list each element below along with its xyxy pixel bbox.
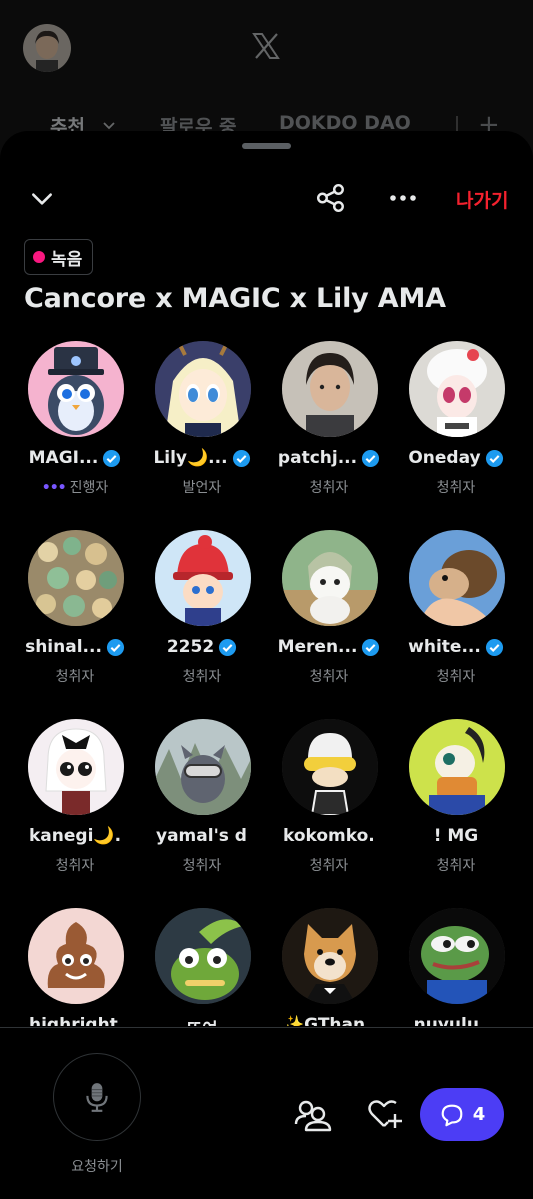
recording-label: 녹음 xyxy=(51,249,83,270)
avatar xyxy=(282,341,378,437)
verified-badge-icon xyxy=(485,638,503,656)
avatar xyxy=(282,719,378,815)
microphone-icon xyxy=(86,1083,108,1112)
participant-role: 청취자 xyxy=(55,669,95,685)
request-label: 요청하기 xyxy=(71,1159,123,1175)
react-button[interactable] xyxy=(364,1094,404,1134)
recording-dot-icon xyxy=(33,251,45,263)
participant[interactable]: MAGI... ••• 진행자 xyxy=(11,336,139,516)
participant-name: kanegi🌙... xyxy=(29,826,121,846)
avatar xyxy=(28,530,124,626)
leave-button[interactable]: 나가기 xyxy=(456,186,508,213)
participant-name: Oneday xyxy=(408,448,481,468)
participant[interactable]: 2252 청취자 xyxy=(138,525,266,705)
participant-role: 청취자 xyxy=(182,858,222,874)
avatar xyxy=(155,908,251,1004)
participant[interactable]: Meren... 청취자 xyxy=(265,525,393,705)
avatar xyxy=(282,530,378,626)
share-button[interactable] xyxy=(310,177,352,219)
participant-role: 청취자 xyxy=(55,858,95,874)
avatar xyxy=(282,908,378,1004)
verified-badge-icon xyxy=(103,449,121,467)
share-icon xyxy=(316,183,344,213)
verified-badge-icon xyxy=(219,638,237,656)
participant-role: 청취자 xyxy=(309,669,349,685)
participant-name: white... xyxy=(408,637,481,657)
participant-name: MAGI... xyxy=(28,448,99,468)
participant[interactable]: yamal's d... 청취자 xyxy=(138,714,266,894)
verified-badge-icon xyxy=(106,638,124,656)
participants-grid: MAGI... ••• 진행자 Lily🌙... 발언자 patchj... 청… xyxy=(0,336,533,1026)
participant-name: yamal's d... xyxy=(156,826,248,846)
comments-button[interactable]: 4 xyxy=(420,1088,504,1141)
people-icon xyxy=(294,1100,332,1132)
participant[interactable]: kokomko... 청취자 xyxy=(265,714,393,894)
avatar xyxy=(409,719,505,815)
participant-name: kokomko... xyxy=(283,826,375,846)
heart-plus-icon xyxy=(368,1100,402,1128)
spaces-screen: 추천 팔로우 중 DOKDO DAO + 나가기 녹음 Cancore x MA… xyxy=(0,0,533,1199)
participant[interactable]: ! MG 청취자 xyxy=(392,714,520,894)
collapse-button[interactable] xyxy=(22,179,62,219)
participant-role: 발언자 xyxy=(182,480,222,496)
participant-name: 2252 xyxy=(166,637,215,657)
participant[interactable]: highright... xyxy=(11,903,139,1026)
space-controls: 요청하기 4 xyxy=(0,1027,533,1199)
avatar xyxy=(28,908,124,1004)
avatar xyxy=(28,341,124,437)
participant-role: 청취자 xyxy=(436,669,476,685)
verified-badge-icon xyxy=(362,638,380,656)
more-options-button[interactable] xyxy=(382,177,424,219)
participant-name: 또여 xyxy=(186,1015,217,1026)
sheet-grabber[interactable] xyxy=(242,143,291,149)
participant[interactable]: ✨GThan... xyxy=(265,903,393,1026)
participant-name: Meren... xyxy=(277,637,358,657)
participant-role: 청취자 xyxy=(182,669,222,685)
participant-name: highright... xyxy=(29,1015,121,1026)
participant-name: nuyulu... xyxy=(413,1015,499,1026)
participant[interactable]: patchj... 청취자 xyxy=(265,336,393,516)
space-title: Cancore x MAGIC x Lily AMA xyxy=(24,283,446,314)
x-logo-icon xyxy=(250,30,282,62)
participant[interactable]: Oneday 청취자 xyxy=(392,336,520,516)
participant[interactable]: kanegi🌙... 청취자 xyxy=(11,714,139,894)
avatar xyxy=(155,530,251,626)
avatar xyxy=(28,719,124,815)
participant-name: patchj... xyxy=(277,448,358,468)
participants-button[interactable] xyxy=(292,1094,332,1134)
participant[interactable]: shinal... 청취자 xyxy=(11,525,139,705)
participant-role: 청취자 xyxy=(436,858,476,874)
participant[interactable]: white... 청취자 xyxy=(392,525,520,705)
more-icon xyxy=(390,195,416,201)
profile-avatar[interactable] xyxy=(23,24,71,72)
avatar xyxy=(409,908,505,1004)
avatar xyxy=(155,719,251,815)
avatar xyxy=(409,341,505,437)
participant-name: Lily🌙... xyxy=(153,448,228,468)
host-speaking-icon: ••• xyxy=(41,480,67,496)
participant-role: 청취자 xyxy=(309,480,349,496)
participant-name: ✨GThan... xyxy=(283,1015,375,1026)
avatar xyxy=(409,530,505,626)
participant[interactable]: Lily🌙... 발언자 xyxy=(138,336,266,516)
participant[interactable]: nuyulu... xyxy=(392,903,520,1026)
request-mic-button[interactable] xyxy=(53,1053,141,1141)
chevron-down-icon xyxy=(102,118,116,132)
verified-badge-icon xyxy=(232,449,250,467)
chevron-down-icon xyxy=(32,193,52,205)
comment-count: 4 xyxy=(472,1104,486,1125)
participant-role: 청취자 xyxy=(309,858,349,874)
participant[interactable]: 또여 xyxy=(138,903,266,1026)
participant-name: ! MG xyxy=(433,826,479,846)
verified-badge-icon xyxy=(485,449,503,467)
chat-bubble-icon xyxy=(441,1104,463,1126)
participant-name: shinal... xyxy=(25,637,102,657)
recording-badge: 녹음 xyxy=(24,239,94,275)
participant-role: 진행자 xyxy=(69,480,109,496)
participant-role: 청취자 xyxy=(436,480,476,496)
verified-badge-icon xyxy=(362,449,380,467)
avatar xyxy=(155,341,251,437)
